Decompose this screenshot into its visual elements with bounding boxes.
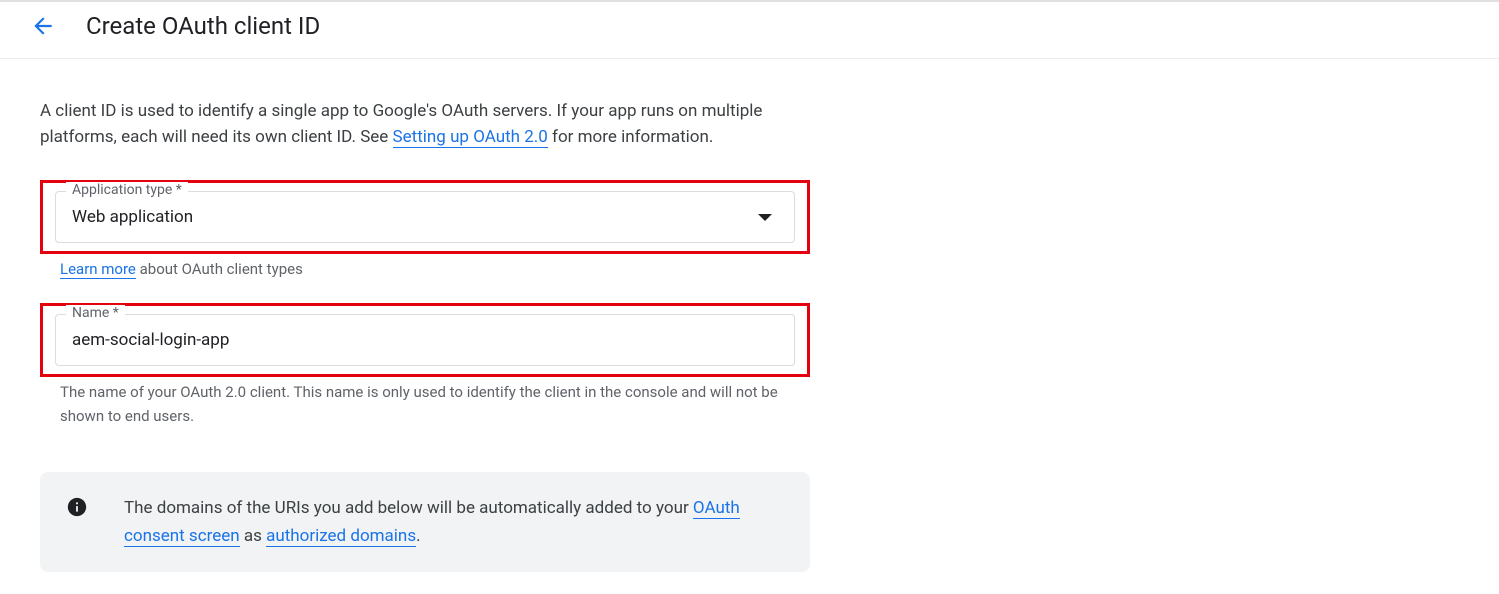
authorized-domains-link[interactable]: authorized domains — [266, 526, 416, 547]
info-banner-text: The domains of the URIs you add below wi… — [124, 494, 784, 550]
app-type-hint-suffix: about OAuth client types — [136, 260, 303, 278]
app-type-highlight: Application type * Web application — [40, 180, 810, 254]
intro-part2: for more information. — [548, 127, 714, 147]
app-type-hint: Learn more about OAuth client types — [60, 258, 810, 281]
chevron-down-icon — [758, 214, 772, 221]
info-end: . — [416, 526, 420, 546]
application-type-label: Application type * — [66, 182, 188, 198]
application-type-value: Web application — [72, 206, 193, 228]
application-type-select[interactable]: Application type * Web application — [55, 191, 795, 243]
name-hint: The name of your OAuth 2.0 client. This … — [60, 381, 810, 428]
setup-oauth-link[interactable]: Setting up OAuth 2.0 — [393, 127, 548, 148]
name-label: Name * — [66, 305, 125, 321]
name-input[interactable] — [72, 329, 778, 351]
form-content: A client ID is used to identify a single… — [0, 59, 850, 592]
info-icon — [66, 496, 88, 518]
intro-text: A client ID is used to identify a single… — [40, 99, 810, 150]
page-title: Create OAuth client ID — [86, 12, 320, 40]
name-highlight: Name * — [40, 303, 810, 377]
learn-more-link[interactable]: Learn more — [60, 260, 136, 279]
page-header: Create OAuth client ID — [0, 2, 1499, 59]
info-mid: as — [240, 526, 266, 546]
back-arrow-icon[interactable] — [30, 13, 56, 39]
info-banner: The domains of the URIs you add below wi… — [40, 472, 810, 572]
info-part1: The domains of the URIs you add below wi… — [124, 498, 693, 518]
name-field-wrapper: Name * — [55, 314, 795, 366]
